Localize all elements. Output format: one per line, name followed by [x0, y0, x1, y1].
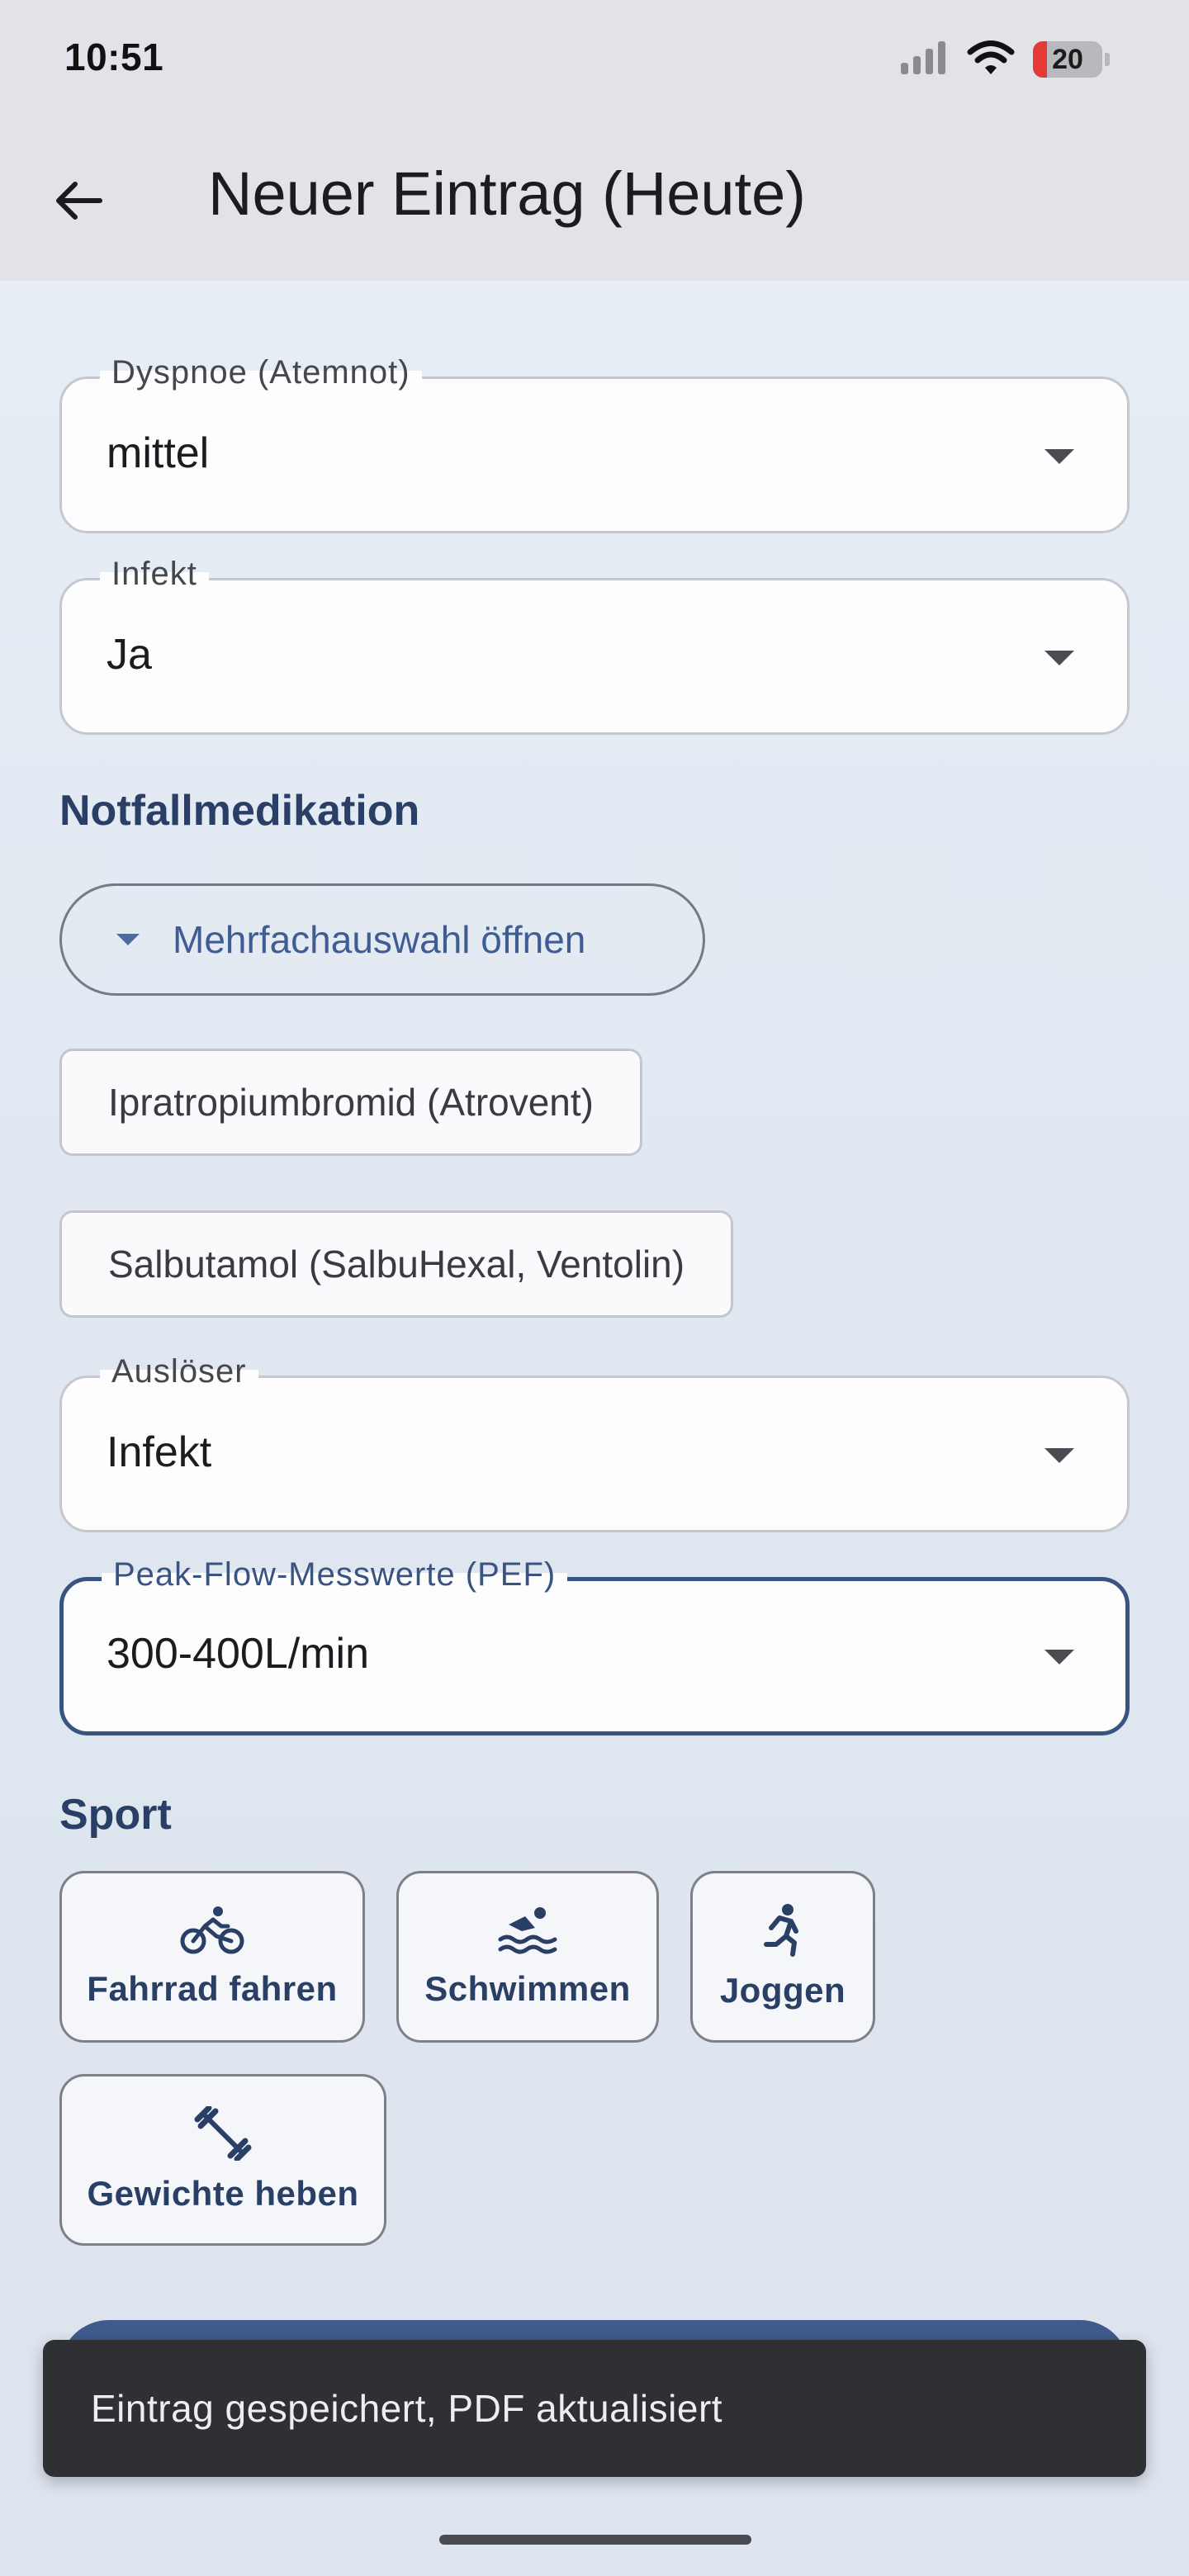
peak-flow-label: Peak-Flow-Messwerte (PEF)	[102, 1556, 568, 1593]
ausloeser-value: Infekt	[107, 1428, 212, 1476]
sport-option-gewichte[interactable]: Gewichte heben	[59, 2074, 386, 2246]
sport-option-joggen[interactable]: Joggen	[690, 1871, 875, 2043]
dyspnoe-label: Dyspnoe (Atemnot)	[100, 354, 422, 391]
sport-option-fahrrad[interactable]: Fahrrad fahren	[59, 1871, 365, 2043]
peak-flow-dropdown[interactable]: Peak-Flow-Messwerte (PEF) 300-400L/min	[59, 1556, 1130, 1735]
cellular-signal-icon	[899, 40, 949, 80]
battery-level: 20	[1052, 43, 1083, 75]
sport-option-label: Schwimmen	[424, 1969, 631, 2008]
sport-option-schwimmen[interactable]: Schwimmen	[396, 1871, 659, 2043]
dyspnoe-value: mittel	[107, 429, 210, 477]
status-bar: 10:51 20	[0, 0, 1189, 116]
dumbbell-icon	[194, 2106, 252, 2161]
page-title: Neuer Eintrag (Heute)	[208, 159, 806, 228]
dropdown-arrow-icon	[1045, 1650, 1074, 1664]
bike-icon	[180, 1905, 244, 1956]
back-button[interactable]	[41, 165, 116, 239]
battery-icon: 20	[1033, 41, 1110, 78]
medication-chip[interactable]: Salbutamol (SalbuHexal, Ventolin)	[59, 1210, 734, 1318]
peak-flow-value: 300-400L/min	[107, 1630, 369, 1678]
dropdown-arrow-icon	[1045, 449, 1074, 464]
dropdown-arrow-icon	[1045, 1448, 1074, 1463]
sport-title: Sport	[59, 1791, 172, 1839]
infekt-value: Ja	[107, 631, 152, 679]
status-time: 10:51	[64, 36, 164, 78]
infekt-label: Infekt	[100, 556, 209, 593]
snackbar-message: Eintrag gespeichert, PDF aktualisiert	[91, 2387, 723, 2430]
arrow-back-icon	[52, 174, 105, 231]
status-icons: 20	[899, 36, 1110, 83]
dyspnoe-dropdown[interactable]: Dyspnoe (Atemnot) mittel	[59, 354, 1130, 533]
snackbar: Eintrag gespeichert, PDF aktualisiert	[43, 2340, 1146, 2477]
sport-option-label: Gewichte heben	[87, 2174, 359, 2213]
dropdown-arrow-icon	[116, 934, 140, 945]
infekt-dropdown[interactable]: Infekt Ja	[59, 556, 1130, 735]
multi-select-button[interactable]: Mehrfachauswahl öffnen	[59, 883, 705, 996]
run-icon	[758, 1903, 808, 1958]
app-bar: Neuer Eintrag (Heute)	[0, 116, 1189, 281]
medication-chip[interactable]: Ipratropiumbromid (Atrovent)	[59, 1049, 642, 1156]
multi-select-label: Mehrfachauswahl öffnen	[173, 918, 586, 961]
sport-option-label: Fahrrad fahren	[87, 1969, 338, 2008]
swim-icon	[497, 1905, 558, 1956]
dropdown-arrow-icon	[1045, 651, 1074, 665]
ausloeser-dropdown[interactable]: Auslöser Infekt	[59, 1353, 1130, 1532]
notfallmedikation-title: Notfallmedikation	[59, 787, 420, 835]
wifi-icon	[967, 40, 1015, 80]
home-indicator[interactable]	[439, 2535, 751, 2545]
sport-option-label: Joggen	[719, 1971, 846, 2010]
ausloeser-label: Auslöser	[100, 1353, 258, 1390]
